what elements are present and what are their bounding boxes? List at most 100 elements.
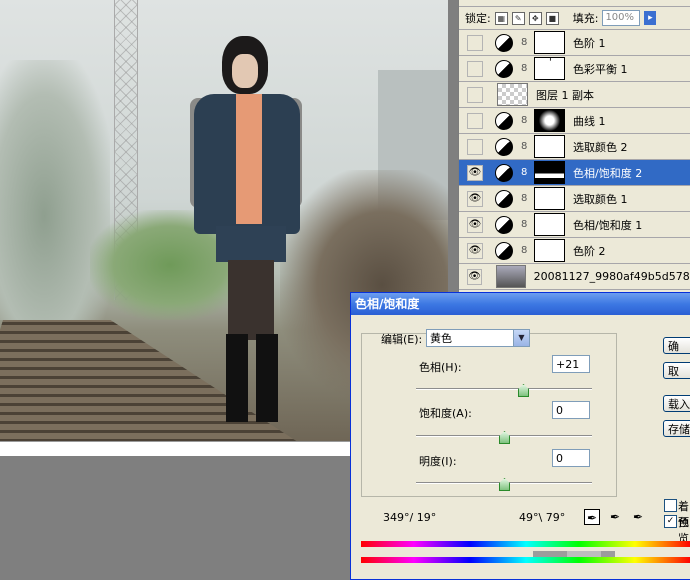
- layer-mask-thumbnail[interactable]: [534, 161, 565, 184]
- chain-link-icon[interactable]: 8: [521, 193, 529, 204]
- layer-row[interactable]: 👁 8 色相/饱和度 2: [459, 160, 690, 186]
- eye-icon[interactable]: [467, 60, 483, 77]
- layer-name: 选取颜色 2: [573, 140, 628, 154]
- layers-lock-bar: 锁定: ▦ ✎ ✥ ■ 填充: 100% ▸: [459, 7, 690, 30]
- load-button[interactable]: 载入: [663, 395, 690, 412]
- lock-all-icon[interactable]: ■: [545, 11, 559, 25]
- eye-icon[interactable]: 👁: [467, 242, 483, 259]
- fill-label: 填充:: [572, 12, 599, 25]
- eyedropper-icon[interactable]: ✒: [584, 509, 600, 525]
- hue-label: 色相(H):: [419, 361, 462, 374]
- lock-position-icon[interactable]: ✥: [528, 11, 542, 25]
- layer-row[interactable]: 👁 8 选取颜色 1: [459, 186, 690, 212]
- range-right-readout: 49°\ 79°: [519, 511, 566, 524]
- layer-row[interactable]: 8 色阶 1: [459, 30, 690, 56]
- layer-mask-thumbnail[interactable]: [534, 213, 565, 236]
- layer-list: 8 色阶 1 8 色彩平衡 1 图层 1 副本 8 曲线 1 8 选取颜色 2 👁 8 色相/饱和度 …: [459, 30, 690, 290]
- saturation-input[interactable]: 0: [552, 401, 590, 419]
- edit-label: 编辑(E):: [381, 333, 423, 346]
- hue-slider-track[interactable]: [416, 388, 592, 390]
- layer-row[interactable]: 👁 8 色阶 2: [459, 238, 690, 264]
- eye-icon[interactable]: [467, 34, 483, 51]
- chain-link-icon[interactable]: 8: [521, 37, 529, 48]
- color-spectrum-top: [361, 541, 690, 547]
- layer-row[interactable]: 👁 8 色相/饱和度 1: [459, 212, 690, 238]
- hue-input[interactable]: +21: [552, 355, 590, 373]
- layer-row[interactable]: 👁 20081127_9980af49b5d578...: [459, 264, 690, 290]
- color-spectrum-bottom: [361, 557, 690, 563]
- eye-icon[interactable]: 👁: [467, 268, 483, 285]
- lock-transparency-icon[interactable]: ▦: [494, 11, 508, 25]
- hue-saturation-dialog: 色相/饱和度 编辑(E): 黄色 ▼ 色相(H): +21 饱和度(A): 0 …: [350, 292, 690, 580]
- eye-icon[interactable]: 👁: [467, 164, 483, 181]
- adjustment-layer-icon: [495, 59, 513, 78]
- layer-row[interactable]: 8 选取颜色 2: [459, 134, 690, 160]
- adjustment-layer-icon: [495, 111, 513, 130]
- layer-mask-thumbnail[interactable]: [534, 109, 565, 132]
- adjustment-layer-icon: [495, 215, 513, 234]
- layer-name: 色阶 1: [573, 36, 606, 50]
- layer-thumbnail[interactable]: [497, 83, 528, 106]
- adjustment-layer-icon: [495, 163, 513, 182]
- save-button[interactable]: 存储: [663, 420, 690, 437]
- eye-icon[interactable]: [467, 138, 483, 155]
- eyedropper-plus-icon[interactable]: ✒: [607, 509, 623, 525]
- layers-panel: 锁定: ▦ ✎ ✥ ■ 填充: 100% ▸ 8 色阶 1 8 色彩平衡 1 图层 1 …: [458, 0, 690, 296]
- fill-input[interactable]: 100%: [602, 10, 641, 26]
- lightness-label: 明度(I):: [419, 455, 457, 468]
- layers-panel-top: [459, 0, 690, 7]
- layer-name: 曲线 1: [573, 114, 606, 128]
- lightness-input[interactable]: 0: [552, 449, 590, 467]
- eyedropper-minus-icon[interactable]: ✒: [630, 509, 646, 525]
- chain-link-icon[interactable]: 8: [521, 167, 529, 178]
- layer-name: 图层 1 副本: [536, 88, 594, 102]
- chain-link-icon[interactable]: 8: [521, 141, 529, 152]
- eye-icon[interactable]: [467, 112, 483, 129]
- edit-select[interactable]: 黄色 ▼: [426, 329, 530, 347]
- range-left-readout: 349°/ 19°: [383, 511, 437, 524]
- layer-thumbnail[interactable]: [496, 265, 526, 288]
- layer-name: 选取颜色 1: [573, 192, 628, 206]
- photo-skirt: [216, 226, 286, 262]
- layer-mask-thumbnail[interactable]: [534, 135, 565, 158]
- cancel-button[interactable]: 取: [663, 362, 690, 379]
- eye-icon[interactable]: 👁: [467, 216, 483, 233]
- adjustment-layer-icon: [495, 241, 513, 260]
- layer-row[interactable]: 8 曲线 1: [459, 108, 690, 134]
- preview-checkbox[interactable]: ✓: [664, 515, 677, 528]
- saturation-label: 饱和度(A):: [419, 407, 472, 420]
- eye-icon[interactable]: 👁: [467, 190, 483, 207]
- chain-link-icon[interactable]: 8: [521, 245, 529, 256]
- layer-mask-thumbnail[interactable]: [534, 57, 565, 80]
- chain-link-icon[interactable]: 8: [521, 63, 529, 74]
- dialog-title[interactable]: 色相/饱和度: [351, 293, 690, 315]
- edit-select-value: 黄色: [430, 332, 452, 345]
- layer-mask-thumbnail[interactable]: [534, 187, 565, 210]
- layer-name: 色相/饱和度 1: [573, 218, 643, 232]
- photo-boots: [226, 334, 278, 422]
- layer-mask-thumbnail[interactable]: [534, 239, 565, 262]
- adjustment-layer-icon: [495, 137, 513, 156]
- photo-legs: [228, 260, 274, 340]
- layer-mask-thumbnail[interactable]: [534, 31, 565, 54]
- chevron-down-icon[interactable]: ▼: [513, 330, 529, 346]
- layer-name: 色相/饱和度 2: [573, 166, 643, 180]
- layer-name: 色彩平衡 1: [573, 62, 628, 76]
- eye-icon[interactable]: [467, 86, 483, 103]
- chain-link-icon[interactable]: 8: [521, 115, 529, 126]
- layer-name: 色阶 2: [573, 244, 606, 258]
- layer-row[interactable]: 8 色彩平衡 1: [459, 56, 690, 82]
- layer-name: 20081127_9980af49b5d578...: [533, 270, 690, 283]
- photo-scarf: [236, 94, 262, 224]
- lock-label: 锁定:: [465, 12, 491, 25]
- lock-image-icon[interactable]: ✎: [511, 11, 525, 25]
- adjustment-layer-icon: [495, 33, 513, 52]
- photo-face: [232, 54, 258, 88]
- chain-link-icon[interactable]: 8: [521, 219, 529, 230]
- fill-arrow-icon[interactable]: ▸: [644, 11, 657, 25]
- adjustment-layer-icon: [495, 189, 513, 208]
- layer-row[interactable]: 图层 1 副本: [459, 82, 690, 108]
- photo-woman: [186, 36, 306, 426]
- ok-button[interactable]: 确: [663, 337, 690, 354]
- colorize-checkbox[interactable]: [664, 499, 677, 512]
